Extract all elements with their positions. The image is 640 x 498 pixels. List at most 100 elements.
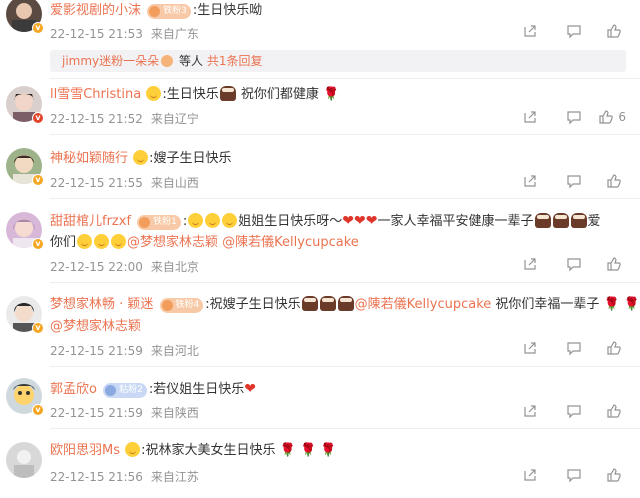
comment-button[interactable] [548, 340, 582, 356]
share-button[interactable] [504, 340, 538, 356]
comment-line: 郭孟欣o 粘粉2:若仪姐生日快乐❤ [50, 380, 256, 399]
comment-icon [567, 405, 581, 419]
comment-meta: 22-12-15 22:00 来自北京 [50, 258, 207, 275]
emoji-icon [77, 234, 93, 249]
mention-link[interactable]: @陳若儀Kellycupcake [222, 235, 359, 250]
like-button[interactable] [592, 256, 626, 272]
divider [50, 366, 640, 367]
comment-line: 你们 @梦想家林志颖 @陳若儀Kellycupcake [50, 234, 359, 252]
comment-button[interactable] [548, 256, 582, 272]
comment-location: 来自北京 [150, 260, 199, 274]
fan-badge: 铁粉1 [137, 215, 181, 230]
comment-button[interactable] [548, 109, 582, 125]
comment-meta: 22-12-15 21:59 来自河北 [50, 342, 207, 359]
fan-badge: 铁粉3 [147, 4, 191, 19]
thumbs-up-icon [599, 110, 614, 124]
reply-username[interactable]: jimmy迷粉一朵朵 [62, 54, 159, 68]
avatar[interactable] [6, 442, 42, 478]
comment-location: 来自辽宁 [150, 112, 199, 126]
rose-emoji-icon: 🌹 [323, 87, 340, 102]
comment-button[interactable] [548, 467, 582, 483]
like-button[interactable] [592, 23, 626, 39]
comment-button[interactable] [548, 23, 582, 39]
username-link[interactable]: 爱影视剧的小沫 [50, 3, 141, 18]
like-button[interactable] [592, 467, 626, 483]
comment-meta: 22-12-15 21:56 来自江苏 [50, 468, 207, 485]
comment-text: 你们 [50, 235, 77, 250]
mention-link[interactable]: @梦想家林志颖 [50, 319, 141, 334]
share-button[interactable] [504, 403, 538, 419]
share-button[interactable] [504, 256, 538, 272]
view-replies-link[interactable]: 共1条回复 [207, 54, 263, 68]
emoji-icon [94, 234, 110, 249]
share-icon [524, 111, 536, 123]
fan-badge-icon [161, 55, 174, 67]
comment-text: :嫂子生日快乐 [149, 151, 232, 166]
share-button[interactable] [504, 173, 538, 189]
comment-actions [494, 340, 626, 356]
share-icon [524, 342, 536, 354]
share-icon [524, 258, 536, 270]
comment-meta: 22-12-15 21:52 来自辽宁 [50, 110, 207, 127]
comment-time: 22-12-15 22:00 [50, 260, 143, 274]
thumbs-up-icon [607, 404, 621, 418]
emoji-icon [133, 150, 149, 165]
like-button[interactable] [592, 403, 626, 419]
like-button[interactable] [592, 340, 626, 356]
verified-badge-icon: v [32, 404, 44, 416]
reply-preview[interactable]: jimmy迷粉一朵朵 等人 共1条回复 [50, 50, 626, 72]
comment-line: 爱影视剧的小沫 铁粉3:生日快乐呦 [50, 2, 262, 20]
cake-emoji-icon [570, 213, 587, 228]
comment-text: :若仪姐生日快乐 [148, 382, 245, 397]
comment-line: 梦想家林畅 · 颖迷 铁粉4:祝嫂子生日快乐 @陳若儀Kellycupcake 祝… [50, 296, 640, 314]
heart-emoji-icon: ❤ [244, 381, 256, 397]
comment-text: 爱 [587, 214, 601, 229]
rose-emoji-icon: 🌹 [279, 443, 296, 458]
separator-text: : [182, 214, 188, 229]
thumbs-up-icon [607, 24, 621, 38]
username-link[interactable]: 神秘如颖随行 [50, 151, 128, 166]
comment-line: 甜甜棺儿frzxf 铁粉1: 姐姐生日快乐呀～❤❤❤一家人幸福平安健康一辈子爱 [50, 212, 601, 231]
verified-badge-icon: v [32, 112, 44, 124]
verified-badge-icon: v [32, 238, 44, 250]
emoji-icon [188, 213, 204, 228]
comment-time: 22-12-15 21:56 [50, 470, 143, 484]
username-link[interactable]: ll雪雪Christina [50, 87, 141, 102]
rose-emoji-icon: 🌹 [603, 297, 620, 312]
like-button[interactable] [592, 173, 626, 189]
share-icon [524, 405, 536, 417]
username-link[interactable]: 甜甜棺儿frzxf [50, 214, 131, 229]
divider [50, 78, 640, 79]
share-button[interactable] [504, 23, 538, 39]
comment-text: 一家人幸福平安健康一辈子 [377, 214, 534, 229]
share-button[interactable] [504, 109, 538, 125]
like-button[interactable]: 6 [592, 109, 626, 125]
comment-time: 22-12-15 21:55 [50, 176, 143, 190]
rose-emoji-icon: 🌹 [623, 297, 640, 312]
emoji-icon [146, 86, 162, 101]
comment-button[interactable] [548, 173, 582, 189]
username-link[interactable]: 梦想家林畅 · 颖迷 [50, 297, 153, 312]
cake-emoji-icon [337, 296, 354, 311]
comment-icon [567, 25, 581, 39]
share-icon [524, 469, 536, 481]
comment-time: 22-12-15 21:59 [50, 406, 143, 420]
mention-link[interactable]: @陳若儀Kellycupcake [355, 297, 492, 312]
emoji-icon [222, 213, 238, 228]
username-link[interactable]: 欧阳思羽Ms [50, 443, 120, 458]
comment-button[interactable] [548, 403, 582, 419]
share-icon [524, 25, 536, 37]
comment-text: :生日快乐 [162, 87, 219, 102]
mention-link[interactable]: @梦想家林志颖 [127, 235, 218, 250]
username-link[interactable]: 郭孟欣o [50, 382, 97, 397]
fan-badge: 铁粉4 [159, 298, 204, 313]
comment-time: 22-12-15 21:59 [50, 344, 143, 358]
comment-text: 姐姐生日快乐呀～ [238, 214, 343, 229]
heart-emoji-icon: ❤ [354, 213, 366, 229]
comment-location: 来自山西 [150, 176, 199, 190]
verified-badge-icon: v [32, 22, 44, 34]
cake-emoji-icon [534, 213, 551, 228]
share-button[interactable] [504, 467, 538, 483]
emoji-icon [125, 442, 141, 457]
thumbs-up-icon [607, 468, 621, 482]
